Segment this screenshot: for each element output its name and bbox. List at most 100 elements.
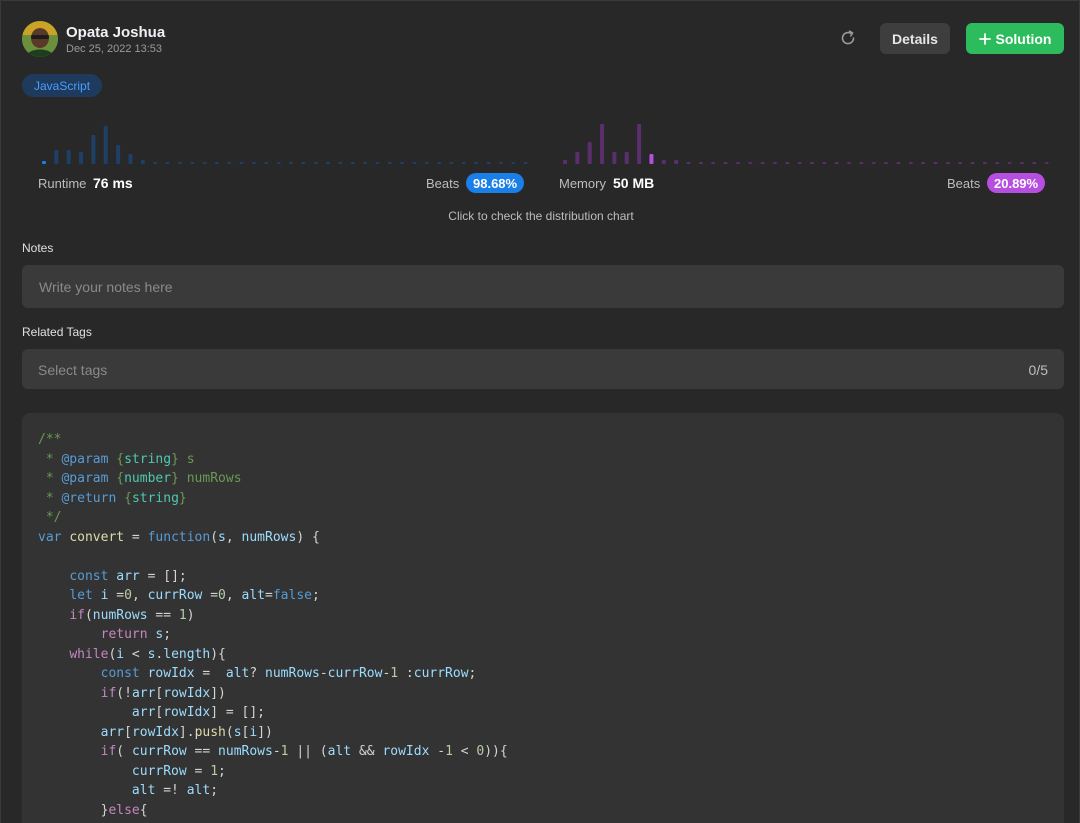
runtime-bar bbox=[350, 162, 355, 164]
runtime-label: Runtime bbox=[38, 176, 87, 191]
distribution-chart-link[interactable]: Click to check the distribution chart bbox=[1, 209, 1080, 223]
memory-bar bbox=[612, 152, 617, 164]
code-line: var convert = function(s, numRows) { bbox=[38, 529, 320, 545]
memory-bar bbox=[563, 160, 567, 164]
code-line: */ bbox=[38, 510, 62, 525]
related-tags-label: Related Tags bbox=[22, 325, 92, 339]
runtime-distribution-chart[interactable] bbox=[38, 113, 528, 165]
memory-bar bbox=[921, 162, 926, 164]
memory-bar bbox=[834, 162, 839, 164]
memory-bar bbox=[711, 162, 716, 164]
runtime-bar bbox=[165, 162, 170, 164]
notes-label: Notes bbox=[22, 241, 54, 255]
runtime-bar bbox=[66, 150, 71, 164]
refresh-button[interactable] bbox=[837, 27, 859, 49]
runtime-bar bbox=[54, 150, 59, 164]
language-label: JavaScript bbox=[34, 78, 91, 93]
code-line: const arr = []; bbox=[69, 568, 187, 584]
runtime-bar bbox=[42, 161, 46, 164]
solution-button-label: Solution bbox=[995, 30, 1052, 47]
memory-bar bbox=[624, 152, 629, 164]
runtime-bar bbox=[153, 162, 158, 164]
memory-bar bbox=[637, 124, 642, 164]
runtime-bar bbox=[301, 162, 306, 164]
runtime-bar bbox=[387, 162, 392, 164]
memory-bar bbox=[600, 124, 605, 164]
runtime-bar bbox=[461, 162, 466, 164]
details-button[interactable]: Details bbox=[880, 23, 950, 54]
memory-bar bbox=[1019, 162, 1024, 164]
add-solution-button[interactable]: Solution bbox=[966, 23, 1064, 54]
memory-bar bbox=[884, 162, 889, 164]
runtime-bar bbox=[498, 162, 503, 164]
runtime-bar bbox=[289, 162, 293, 164]
code-line: }else{ bbox=[38, 802, 148, 818]
memory-bar bbox=[649, 154, 654, 164]
memory-bar bbox=[698, 162, 703, 164]
tags-select[interactable]: Select tags 0/5 bbox=[22, 349, 1064, 389]
memory-bars bbox=[563, 124, 1049, 164]
notes-input[interactable] bbox=[22, 265, 1064, 308]
memory-bar bbox=[847, 162, 852, 164]
runtime-bar bbox=[116, 145, 121, 164]
memory-bar bbox=[575, 152, 580, 164]
memory-bar bbox=[982, 162, 987, 164]
memory-bar bbox=[970, 162, 975, 164]
memory-value: 50 MB bbox=[613, 175, 655, 191]
memory-bar bbox=[723, 162, 728, 164]
memory-bar bbox=[908, 162, 913, 164]
runtime-bar bbox=[227, 162, 232, 164]
memory-distribution-chart[interactable] bbox=[559, 113, 1049, 165]
memory-bar bbox=[871, 162, 876, 164]
runtime-bar bbox=[523, 162, 528, 164]
runtime-bar bbox=[326, 162, 331, 164]
submission-date: Dec 25, 2022 13:53 bbox=[66, 43, 163, 55]
memory-bar bbox=[1032, 162, 1037, 164]
runtime-bar bbox=[375, 162, 380, 164]
code-line: currRow = 1; bbox=[131, 763, 226, 779]
memory-bar bbox=[1044, 162, 1049, 164]
language-badge: JavaScript bbox=[22, 74, 103, 97]
runtime-bar bbox=[486, 162, 491, 164]
avatar-image bbox=[22, 21, 58, 57]
author-name[interactable]: Opata Joshua bbox=[66, 24, 165, 41]
code-line: if( currRow == numRows-1 || (alt && rowI… bbox=[100, 744, 508, 759]
memory-beats-badge: 20.89% bbox=[987, 173, 1046, 193]
runtime-bar bbox=[424, 162, 429, 164]
runtime-bar bbox=[276, 162, 281, 164]
code-block[interactable]: /** * @param {string} s * @param {number… bbox=[22, 413, 1064, 823]
memory-bar bbox=[748, 162, 753, 164]
runtime-bar bbox=[251, 162, 256, 164]
code-line: let i =0, currRow =0, alt=false; bbox=[69, 588, 320, 603]
memory-bar bbox=[995, 162, 1000, 164]
code-line: arr[rowIdx] = []; bbox=[131, 705, 265, 720]
memory-bar bbox=[822, 162, 827, 164]
code-line: * @return {string} bbox=[38, 490, 187, 506]
details-button-label: Details bbox=[892, 30, 938, 47]
runtime-bar bbox=[474, 162, 479, 164]
memory-bar bbox=[933, 162, 938, 164]
memory-bar bbox=[760, 162, 765, 164]
memory-bar bbox=[958, 162, 963, 164]
memory-bar bbox=[896, 162, 901, 164]
tags-placeholder: Select tags bbox=[38, 362, 108, 378]
runtime-bar bbox=[313, 162, 318, 164]
memory-bar bbox=[810, 162, 814, 164]
runtime-bar bbox=[91, 135, 96, 164]
memory-label: Memory bbox=[559, 176, 606, 191]
memory-bar bbox=[785, 162, 790, 164]
avatar[interactable] bbox=[22, 21, 58, 57]
code-line: * @param {number} numRows bbox=[38, 471, 242, 486]
memory-bar bbox=[797, 162, 802, 164]
submission-panel: Opata Joshua Dec 25, 2022 13:53 Details … bbox=[0, 0, 1080, 823]
memory-beats-label: Beats bbox=[947, 176, 981, 191]
runtime-bars bbox=[42, 126, 528, 164]
submission-header: Opata Joshua Dec 25, 2022 13:53 Details … bbox=[22, 21, 1064, 61]
code-line: const rowIdx = alt? numRows-currRow-1 :c… bbox=[100, 666, 477, 681]
code-line: if(numRows == 1) bbox=[69, 607, 195, 623]
refresh-icon bbox=[841, 30, 855, 45]
runtime-bar bbox=[177, 162, 182, 164]
runtime-bar bbox=[140, 160, 145, 164]
code-content: /** * @param {string} s * @param {number… bbox=[38, 430, 508, 823]
